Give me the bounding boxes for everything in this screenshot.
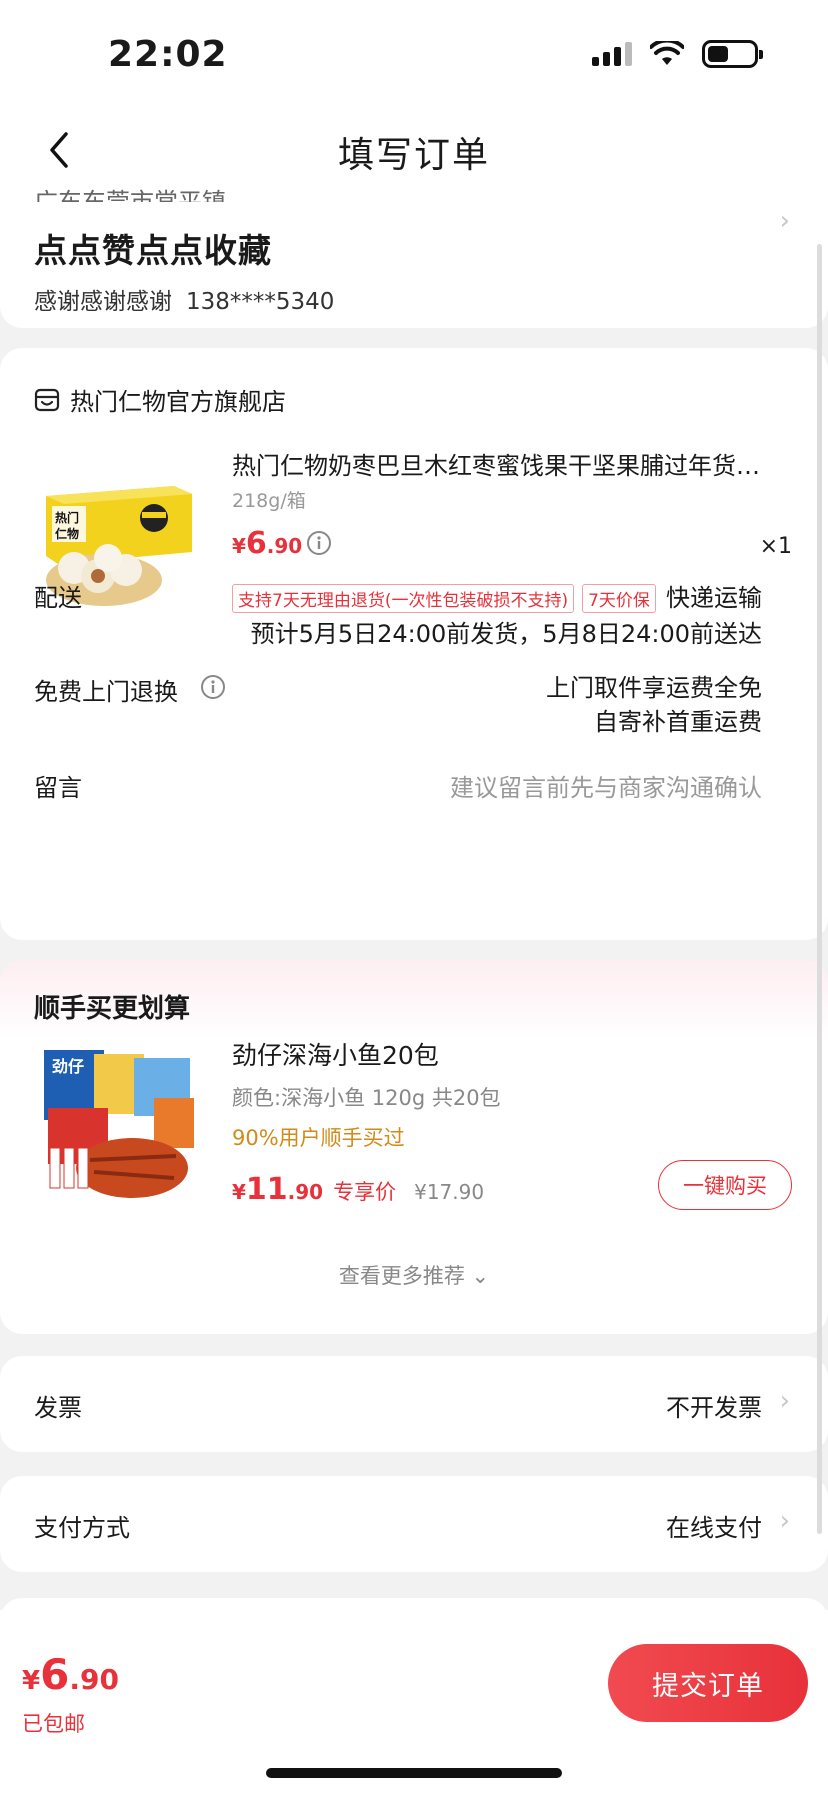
address-contact: 感谢感谢感谢 138****5340 bbox=[34, 282, 334, 316]
message-input[interactable]: 建议留言前先与商家沟通确认 bbox=[450, 768, 762, 803]
recommend-popularity: 90%用户顺手买过 bbox=[232, 1126, 405, 1150]
payment-row[interactable]: 支付方式 在线支付 › bbox=[0, 1476, 828, 1572]
svg-text:热门: 热门 bbox=[55, 510, 79, 525]
returns-label: 免费上门退换 bbox=[34, 678, 178, 706]
battery-icon bbox=[702, 40, 763, 68]
recommend-product-image[interactable]: 劲仔 bbox=[34, 1038, 206, 1210]
original-price: ¥17.90 bbox=[414, 1180, 485, 1204]
payment-label: 支付方式 bbox=[34, 1514, 130, 1542]
status-icons bbox=[592, 40, 763, 68]
delivery-method: 快递运输 bbox=[666, 584, 762, 612]
product-quantity: ×1 bbox=[759, 534, 792, 559]
home-indicator bbox=[266, 1768, 562, 1778]
one-click-buy-button[interactable]: 一键购买 bbox=[658, 1160, 792, 1210]
product-spec: 218g/箱 bbox=[232, 490, 306, 512]
product-title[interactable]: 热门仁物奶枣巴旦木红枣蜜饯果干坚果脯过年货… bbox=[232, 446, 792, 481]
bottom-bar: ¥6.90 已包邮 提交订单 bbox=[0, 1610, 828, 1795]
payment-value: 在线支付 bbox=[666, 1514, 762, 1542]
submit-order-button[interactable]: 提交订单 bbox=[608, 1644, 808, 1722]
recommend-price: ¥11.90 专享价 ¥17.90 bbox=[232, 1172, 485, 1207]
recommend-item-name[interactable]: 劲仔深海小鱼20包 bbox=[232, 1036, 439, 1072]
invoice-value: 不开发票 bbox=[666, 1394, 762, 1422]
contact-name: 感谢感谢感谢 bbox=[34, 289, 172, 315]
more-recommendations-link[interactable]: 查看更多推荐 ⌄ bbox=[0, 1260, 828, 1290]
address-title: 点点赞点点收藏 bbox=[34, 231, 272, 270]
status-bar: 22:02 bbox=[0, 0, 828, 110]
address-card[interactable]: 广东东莞市常平镇 点点赞点点收藏 感谢感谢感谢 138****5340 › bbox=[0, 188, 828, 328]
wifi-icon bbox=[650, 41, 684, 65]
status-time: 22:02 bbox=[108, 34, 228, 75]
recommend-card: 顺手买更划算 劲仔 劲仔深海小鱼20包 颜色:深海小鱼 120g 共20包 90… bbox=[0, 960, 828, 1334]
store-icon bbox=[34, 388, 60, 411]
store-row[interactable]: 热门仁物官方旗舰店 bbox=[34, 382, 286, 417]
returns-line1: 上门取件享运费全免 bbox=[546, 674, 762, 702]
invoice-label: 发票 bbox=[34, 1394, 82, 1422]
shipping-note: 已包邮 bbox=[22, 1712, 85, 1736]
chevron-right-icon: › bbox=[779, 206, 790, 236]
recommend-title: 顺手买更划算 bbox=[34, 994, 191, 1024]
returns-info-icon[interactable] bbox=[200, 674, 226, 700]
message-label: 留言 bbox=[34, 774, 82, 802]
address-region: 广东东莞市常平镇 bbox=[34, 188, 226, 202]
order-card: 热门仁物官方旗舰店 热门 仁物 热门仁物奶枣巴旦木红枣蜜饯果干坚果脯过年货… 2… bbox=[0, 348, 828, 940]
delivery-label: 配送 bbox=[34, 584, 82, 612]
tag-price-protect: 7天价保 bbox=[582, 584, 656, 613]
total-price: ¥6.90 bbox=[22, 1650, 119, 1699]
store-name: 热门仁物官方旗舰店 bbox=[70, 388, 286, 416]
signal-icon bbox=[592, 42, 632, 66]
chevron-right-icon: › bbox=[779, 1386, 790, 1416]
nav-bar: 填写订单 bbox=[0, 110, 828, 190]
tag-return-policy: 支持7天无理由退货(一次性包装破损不支持) bbox=[232, 584, 575, 613]
scrollbar[interactable] bbox=[817, 244, 822, 1534]
exclusive-price-label: 专享价 bbox=[333, 1180, 397, 1204]
svg-text:劲仔: 劲仔 bbox=[52, 1057, 84, 1076]
invoice-row[interactable]: 发票 不开发票 › bbox=[0, 1356, 828, 1452]
recommend-item-spec: 颜色:深海小鱼 120g 共20包 bbox=[232, 1086, 501, 1110]
delivery-estimate: 预计5月5日24:00前发货，5月8日24:00前送达 bbox=[250, 620, 762, 648]
returns-line2: 自寄补首重运费 bbox=[594, 708, 762, 736]
info-icon[interactable] bbox=[306, 530, 332, 556]
service-tags: 支持7天无理由退货(一次性包装破损不支持) 7天价保 bbox=[232, 584, 656, 613]
product-price: ¥6.90 bbox=[232, 526, 303, 561]
page-title: 填写订单 bbox=[337, 135, 490, 176]
svg-text:仁物: 仁物 bbox=[55, 526, 79, 541]
contact-phone: 138****5340 bbox=[186, 289, 335, 315]
chevron-right-icon: › bbox=[779, 1506, 790, 1536]
